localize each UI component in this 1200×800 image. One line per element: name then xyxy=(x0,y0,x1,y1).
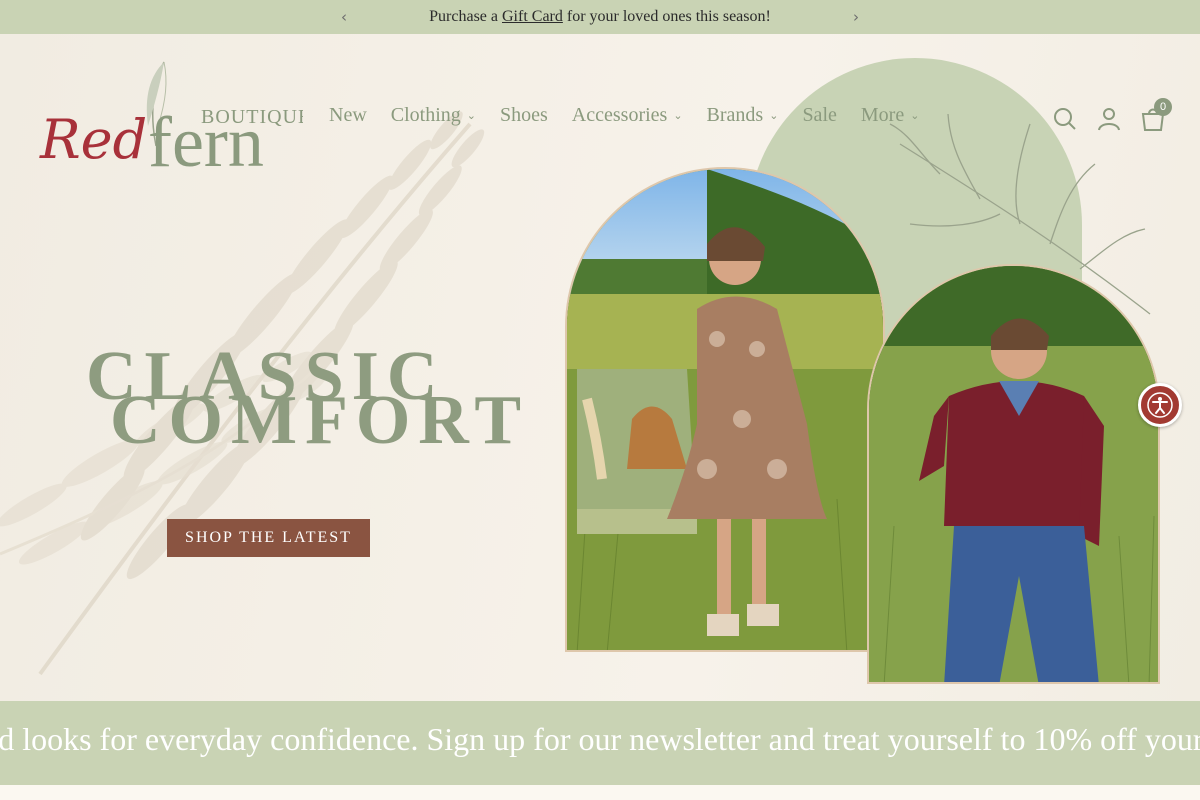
nav-item-label: Accessories xyxy=(571,104,668,126)
hero-headline: CLASSIC COMFORT xyxy=(86,342,530,459)
nav-item-accessories[interactable]: Accessories ⌄ xyxy=(572,104,683,127)
model-photo-dress[interactable] xyxy=(565,167,885,652)
announcement-prefix: Purchase a xyxy=(429,8,502,25)
model-photo-sweater[interactable] xyxy=(867,264,1160,684)
cart-button[interactable]: 0 xyxy=(1140,98,1172,132)
announcement-text: Purchase a Gift Card for your loved ones… xyxy=(429,8,771,26)
announcement-next-button[interactable]: › xyxy=(847,8,865,26)
announcement-bar: ‹ Purchase a Gift Card for your loved on… xyxy=(0,0,1200,34)
logo-red-word: Red xyxy=(39,108,147,171)
marquee-text: ed looks for everyday confidence. Sign u… xyxy=(0,721,1200,757)
nav-item-more[interactable]: More ⌄ xyxy=(861,104,920,127)
header-icons: 0 xyxy=(1052,98,1172,132)
cart-count-badge: 0 xyxy=(1154,98,1172,116)
nav-item-label: Brands xyxy=(706,104,764,126)
site-header: Red BOUTIQUE fern New Clothing ⌄ Shoes Ac… xyxy=(0,34,1200,194)
chevron-down-icon: ⌄ xyxy=(673,109,683,122)
nav-item-brands[interactable]: Brands ⌄ xyxy=(707,104,779,127)
announcement-prev-button[interactable]: ‹ xyxy=(335,8,353,26)
account-icon xyxy=(1098,108,1120,131)
nav-item-shoes[interactable]: Shoes xyxy=(500,104,548,127)
account-button[interactable] xyxy=(1096,106,1122,132)
nav-item-label: Clothing xyxy=(390,104,461,126)
search-button[interactable] xyxy=(1052,106,1078,132)
chevron-down-icon: ⌄ xyxy=(769,109,779,122)
gift-card-link[interactable]: Gift Card xyxy=(502,8,563,25)
announcement-suffix: for your loved ones this season! xyxy=(562,8,771,25)
newsletter-marquee[interactable]: ed looks for everyday confidence. Sign u… xyxy=(0,701,1200,785)
dress-photo-illustration xyxy=(567,169,883,650)
nav-item-sale[interactable]: Sale xyxy=(802,104,836,127)
page-bottom-strip xyxy=(0,785,1200,800)
sweater-photo-illustration xyxy=(869,266,1158,682)
nav-item-label: Sale xyxy=(802,104,837,126)
accessibility-icon xyxy=(1147,392,1173,418)
nav-item-label: New xyxy=(329,104,367,126)
nav-item-clothing[interactable]: Clothing ⌄ xyxy=(391,104,476,127)
nav-item-new[interactable]: New xyxy=(329,104,367,127)
logo-fern-word: fern xyxy=(148,102,264,182)
search-icon xyxy=(1054,108,1076,130)
accessibility-button[interactable] xyxy=(1138,383,1182,427)
chevron-down-icon: ⌄ xyxy=(466,109,476,122)
main-navigation: New Clothing ⌄ Shoes Accessories ⌄ Brands ⌄… xyxy=(329,104,943,127)
chevron-down-icon: ⌄ xyxy=(910,109,920,122)
red-fern-boutique-logo[interactable]: Red BOUTIQUE fern xyxy=(38,56,303,186)
nav-item-label: More xyxy=(860,104,905,126)
hero-headline-line2: COMFORT xyxy=(110,382,530,459)
nav-item-label: Shoes xyxy=(500,104,548,126)
shop-the-latest-button[interactable]: SHOP THE LATEST xyxy=(167,519,370,557)
